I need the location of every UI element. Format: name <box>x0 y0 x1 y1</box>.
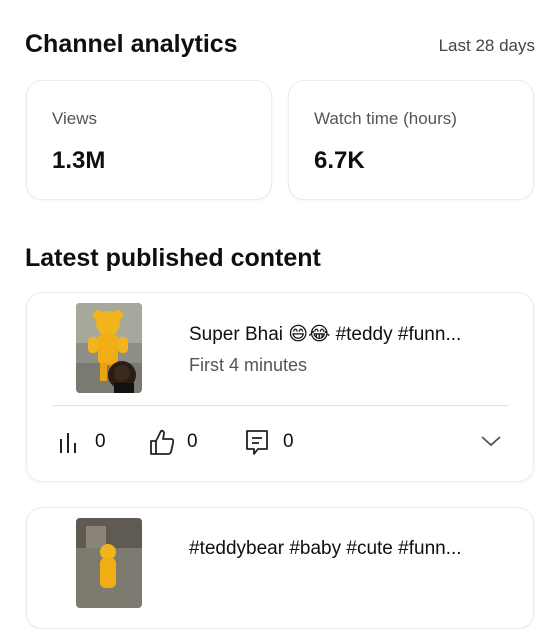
views-value: 1.3M <box>52 147 106 174</box>
date-range-label[interactable]: Last 28 days <box>439 36 535 56</box>
watch-time-stat-card[interactable]: Watch time (hours) 6.7K <box>288 80 534 200</box>
thumbs-up-icon <box>150 429 175 455</box>
watch-time-value: 6.7K <box>314 147 365 174</box>
watch-time-label: Watch time (hours) <box>314 109 457 128</box>
bar-chart-icon <box>60 433 76 453</box>
comments-count: 0 <box>283 431 294 452</box>
views-stat-card[interactable]: Views 1.3M <box>26 80 272 200</box>
likes-count: 0 <box>187 431 198 452</box>
views-label: Views <box>52 109 98 128</box>
section-title: Latest published content <box>25 244 321 272</box>
page-title: Channel analytics <box>25 30 238 58</box>
views-metric: 0 <box>57 425 106 459</box>
chevron-down-icon[interactable] <box>479 431 503 451</box>
views-count: 0 <box>95 431 106 452</box>
likes-metric: 0 <box>149 425 198 459</box>
comment-icon <box>246 430 268 455</box>
video-title[interactable]: Super Bhai 😄😂 #teddy #funn... <box>189 323 461 346</box>
video-thumbnail[interactable] <box>76 303 142 393</box>
analytics-header: Channel analytics Last 28 days <box>25 30 535 64</box>
divider <box>53 405 509 406</box>
video-thumbnail[interactable] <box>76 518 142 608</box>
video-title[interactable]: #teddybear #baby #cute #funn... <box>189 538 462 560</box>
comments-metric: 0 <box>245 425 294 459</box>
video-subtitle: First 4 minutes <box>189 355 308 375</box>
content-card[interactable]: #teddybear #baby #cute #funn... <box>26 507 534 629</box>
content-card[interactable]: Super Bhai 😄😂 #teddy #funn... First 4 mi… <box>26 292 534 482</box>
